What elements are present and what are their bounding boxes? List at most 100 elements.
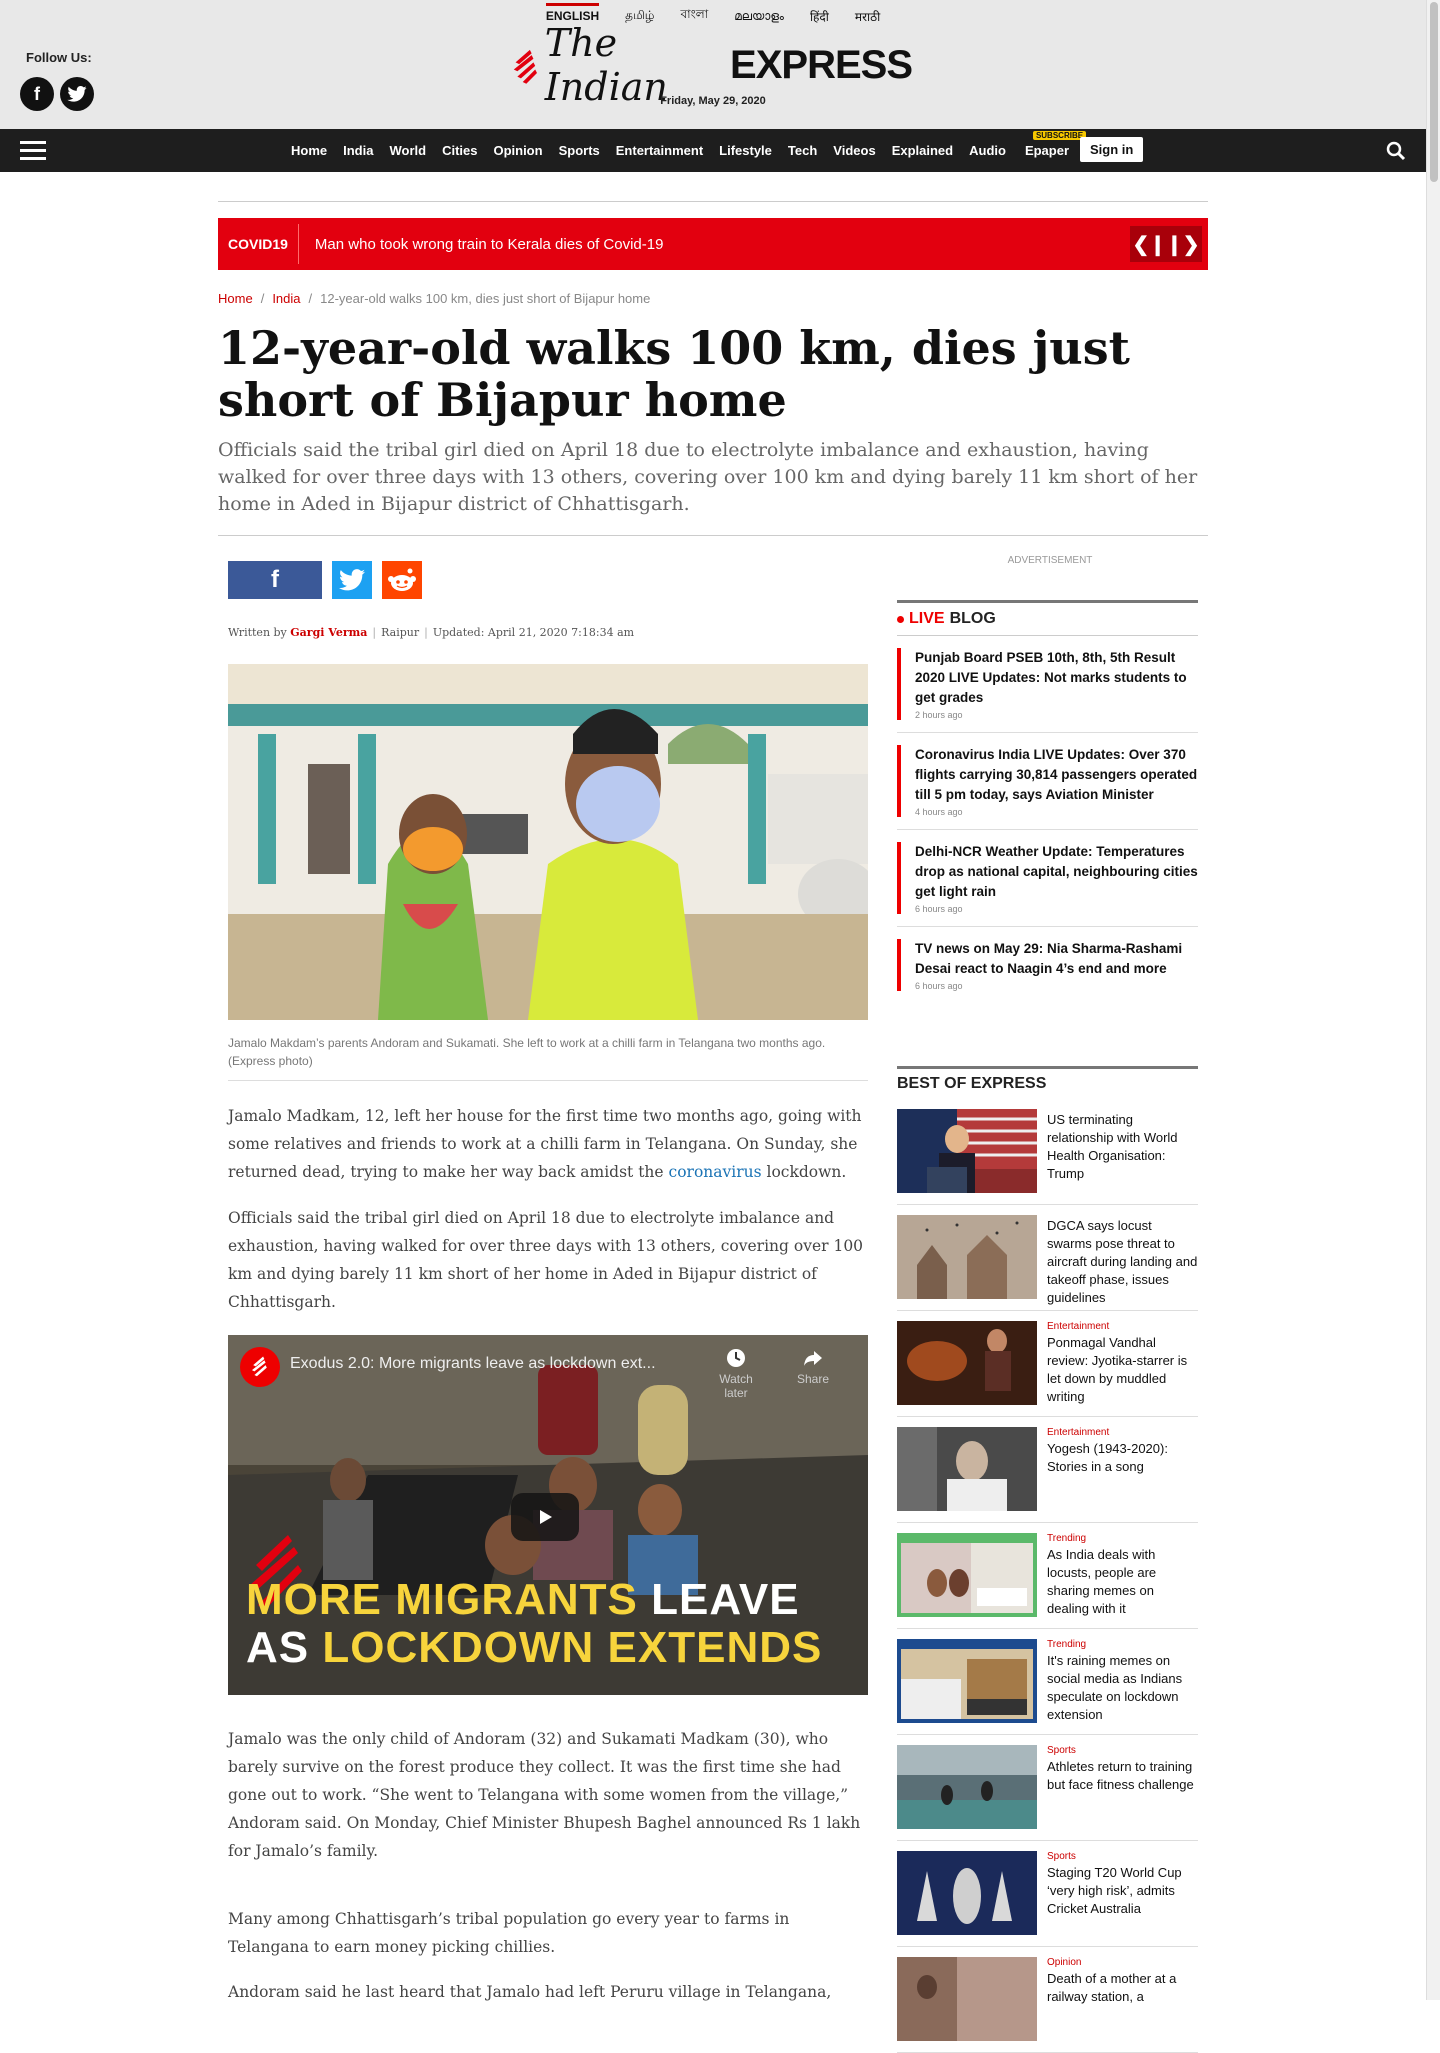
covid-ticker: COVID19 Man who took wrong train to Kera…	[218, 218, 1208, 270]
live-blog-item[interactable]: Punjab Board PSEB 10th, 8th, 5th Result …	[897, 648, 1198, 720]
paragraph-5: Andoram said he last heard that Jamalo h…	[228, 1983, 832, 2001]
best-item-thumbnail[interactable]	[897, 1639, 1037, 1723]
ticker-tag[interactable]: COVID19	[218, 224, 299, 264]
share-buttons: f	[228, 561, 422, 599]
twitter-share-button[interactable]	[332, 561, 372, 599]
best-item[interactable]: DGCA says locust swarms pose threat to a…	[897, 1205, 1198, 1311]
video-player[interactable]: Exodus 2.0: More migrants leave as lockd…	[228, 1335, 868, 1695]
article-synopsis: Officials said the tribal girl died on A…	[218, 439, 1198, 515]
best-item[interactable]: Trending It's raining memes on social med…	[897, 1629, 1198, 1735]
breadcrumb-india[interactable]: India	[272, 291, 300, 306]
best-item-title[interactable]: Ponmagal Vandhal review: Jyotika-starrer…	[1047, 1334, 1198, 1406]
site-logo[interactable]: The Indian EXPRESS	[512, 21, 913, 109]
best-item-title[interactable]: Yogesh (1943-2020): Stories in a song	[1047, 1440, 1198, 1476]
search-icon[interactable]	[1386, 141, 1406, 161]
share-arrow-icon	[804, 1351, 822, 1366]
best-item-thumbnail[interactable]	[897, 1957, 1037, 2041]
live-blog-item[interactable]: Delhi-NCR Weather Update: Temperatures d…	[897, 842, 1198, 914]
play-button[interactable]	[511, 1493, 579, 1541]
facebook-share-button[interactable]: f	[228, 561, 322, 599]
nav-opinion[interactable]: Opinion	[490, 143, 545, 158]
follow-us-label: Follow Us:	[26, 50, 92, 65]
best-item-category[interactable]: Sports	[1047, 1851, 1198, 1862]
nav-home[interactable]: Home	[288, 143, 330, 158]
best-item-thumbnail[interactable]	[897, 1427, 1037, 1511]
nav-sports[interactable]: Sports	[556, 143, 603, 158]
ticker-headline[interactable]: Man who took wrong train to Kerala dies …	[299, 236, 664, 253]
site-header: Follow Us: f The Indian EXPRESS Friday, …	[0, 21, 1426, 129]
ticker-controls[interactable]: ❮❙❙❯	[1130, 226, 1202, 262]
best-item[interactable]: Entertainment Ponmagal Vandhal review: Jy…	[897, 1311, 1198, 1417]
live-blog-title[interactable]: TV news on May 29: Nia Sharma-Rashami De…	[915, 939, 1198, 979]
page-scrollbar[interactable]	[1426, 0, 1440, 2000]
best-item-title[interactable]: It's raining memes on social media as In…	[1047, 1652, 1198, 1724]
live-blog-time: 6 hours ago	[915, 904, 963, 914]
author-link[interactable]: Gargi Verma	[290, 626, 367, 639]
subscribe-badge[interactable]: SUBSCRIBE	[1032, 131, 1087, 140]
best-item-category[interactable]: Opinion	[1047, 1957, 1198, 1968]
nav-lifestyle[interactable]: Lifestyle	[716, 143, 775, 158]
live-blog-time: 6 hours ago	[915, 981, 963, 991]
nav-explained[interactable]: Explained	[889, 143, 956, 158]
best-item[interactable]: Opinion Death of a mother at a railway st…	[897, 1947, 1198, 2053]
nav-world[interactable]: World	[386, 143, 429, 158]
nav-india[interactable]: India	[340, 143, 376, 158]
nav-links: Home India World Cities Opinion Sports E…	[288, 129, 1087, 172]
best-item-category[interactable]: Entertainment	[1047, 1427, 1198, 1438]
breadcrumb-current: 12-year-old walks 100 km, dies just shor…	[320, 291, 651, 306]
best-item-title[interactable]: As India deals with locusts, people are …	[1047, 1546, 1198, 1618]
live-blog-heading[interactable]: LIVE BLOG	[897, 603, 1198, 636]
sign-in-button[interactable]: Sign in	[1080, 137, 1144, 162]
best-item[interactable]: Sports Staging T20 World Cup ‘very high r…	[897, 1841, 1198, 1947]
best-item-thumbnail[interactable]	[897, 1321, 1037, 1405]
best-item-title[interactable]: US terminating relationship with World H…	[1047, 1111, 1198, 1183]
best-item-thumbnail[interactable]	[897, 1851, 1037, 1935]
live-blog-item[interactable]: TV news on May 29: Nia Sharma-Rashami De…	[897, 939, 1198, 991]
written-by-label: Written by	[228, 626, 287, 639]
best-item[interactable]: US terminating relationship with World H…	[897, 1099, 1198, 1205]
scrollbar-thumb[interactable]	[1430, 2, 1438, 182]
nav-epaper[interactable]: Epaper SUBSCRIBE	[1019, 131, 1087, 158]
breadcrumb: Home / India/12-year-old walks 100 km, die…	[218, 291, 651, 306]
video-share-button[interactable]: Share	[788, 1347, 838, 1386]
best-item-title[interactable]: Death of a mother at a railway station, …	[1047, 1970, 1198, 2006]
coronavirus-link[interactable]: coronavirus	[669, 1163, 762, 1181]
express-flame-logo	[513, 49, 537, 84]
nav-entertainment[interactable]: Entertainment	[613, 143, 706, 158]
watch-later-button[interactable]: Watch later	[706, 1347, 766, 1400]
video-title[interactable]: Exodus 2.0: More migrants leave as lockd…	[290, 1355, 656, 1373]
live-blog-title[interactable]: Coronavirus India LIVE Updates: Over 370…	[915, 745, 1198, 805]
best-item-thumbnail[interactable]	[897, 1533, 1037, 1617]
best-item[interactable]: Trending As India deals with locusts, peo…	[897, 1523, 1198, 1629]
video-channel-logo[interactable]	[240, 1347, 280, 1387]
nav-audio[interactable]: Audio	[966, 143, 1009, 158]
best-item-title[interactable]: Athletes return to training but face fit…	[1047, 1758, 1198, 1794]
live-blog-item[interactable]: Coronavirus India LIVE Updates: Over 370…	[897, 745, 1198, 817]
nav-tech[interactable]: Tech	[785, 143, 820, 158]
best-item-category[interactable]: Sports	[1047, 1745, 1198, 1756]
lang-hindi[interactable]: हिंदी	[810, 2, 829, 31]
best-item-title[interactable]: Staging T20 World Cup ‘very high risk’, …	[1047, 1864, 1198, 1918]
best-item[interactable]: Sports Athletes return to training but fa…	[897, 1735, 1198, 1841]
lang-malayalam[interactable]: മലയാളം	[734, 3, 784, 30]
nav-videos[interactable]: Videos	[830, 143, 878, 158]
live-dot-icon	[897, 615, 904, 623]
best-item-category[interactable]: Trending	[1047, 1533, 1198, 1544]
live-blog-title[interactable]: Punjab Board PSEB 10th, 8th, 5th Result …	[915, 648, 1198, 708]
best-item-category[interactable]: Trending	[1047, 1639, 1198, 1650]
best-item[interactable]: Entertainment Yogesh (1943-2020): Stories…	[897, 1417, 1198, 1523]
best-item-thumbnail[interactable]	[897, 1745, 1037, 1829]
best-item-thumbnail[interactable]	[897, 1215, 1037, 1299]
breadcrumb-home[interactable]: Home	[218, 291, 253, 306]
live-blog-title[interactable]: Delhi-NCR Weather Update: Temperatures d…	[915, 842, 1198, 902]
best-item-title[interactable]: DGCA says locust swarms pose threat to a…	[1047, 1217, 1198, 1307]
hamburger-menu-icon[interactable]	[20, 141, 46, 161]
best-item-category[interactable]: Entertainment	[1047, 1321, 1198, 1332]
lang-marathi[interactable]: मराठी	[855, 2, 880, 31]
clock-icon	[727, 1349, 745, 1367]
best-item-thumbnail[interactable]	[897, 1109, 1037, 1193]
reddit-share-button[interactable]	[382, 561, 422, 599]
video-share-label: Share	[796, 1372, 830, 1386]
article-photo[interactable]	[228, 664, 868, 1020]
nav-cities[interactable]: Cities	[439, 143, 480, 158]
